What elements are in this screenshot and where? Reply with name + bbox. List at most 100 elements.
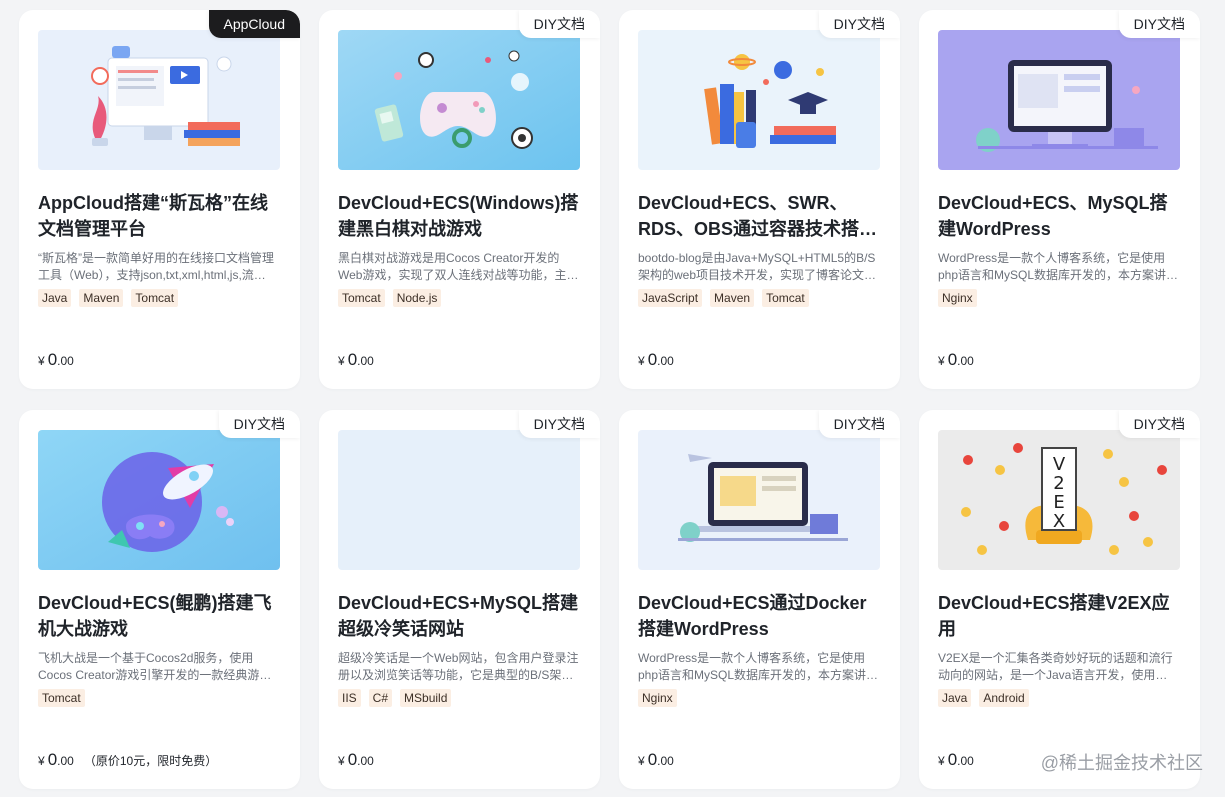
card-description: WordPress是一款个人博客系统，它是使用php语言和MySQL数据库开发的… <box>938 251 1179 282</box>
card-thumbnail-rocket-illustration <box>38 430 280 570</box>
card-description: 黑白棋对战游戏是用Cocos Creator开发的Web游戏，实现了双人连线对战… <box>338 251 579 282</box>
tag-nginx: Nginx <box>938 289 977 307</box>
card-price: ¥ 0 .00 <box>938 750 974 770</box>
price-currency: ¥ <box>38 354 45 368</box>
price-decimal: .00 <box>57 354 74 368</box>
price-decimal: .00 <box>357 354 374 368</box>
price-integer: 0 <box>647 750 658 769</box>
card-price: ¥ 0 .00 <box>638 350 674 370</box>
card-tags: Nginx <box>938 289 977 307</box>
watermark: @稀土掘金技术社区 <box>1040 753 1203 773</box>
card-title[interactable]: DevCloud+ECS(Windows)搭建黑白棋对战游戏 <box>338 190 582 242</box>
card-thumbnail-v2ex-illustration: V 2 E X <box>938 430 1180 570</box>
tag-maven: Maven <box>710 289 755 307</box>
price-currency: ¥ <box>338 354 345 368</box>
course-card-container-blog[interactable]: DIY文档 DevCloud+ECS、SWR、RDS、OBS通过容器技术搭… b… <box>619 10 900 389</box>
price-decimal: .00 <box>57 754 74 768</box>
card-badge: DIY文档 <box>218 410 300 438</box>
card-tags: Java Maven Tomcat <box>38 289 179 307</box>
tag-iis: IIS <box>338 689 361 707</box>
card-badge: DIY文档 <box>1118 410 1200 438</box>
tag-java: Java <box>38 289 72 307</box>
course-card-kunpeng-plane-game[interactable]: DIY文档 DevCloud+ECS(鲲鹏)搭建飞机大战游戏 飞机大战是一个基于… <box>19 410 300 789</box>
card-price: ¥ 0 .00 <box>338 750 374 770</box>
card-description: bootdo-blog是由Java+MySQL+HTML5的B/S架构的web项… <box>638 251 877 282</box>
card-title[interactable]: DevCloud+ECS通过Docker搭建WordPress <box>638 590 882 642</box>
tag-tomcat: Tomcat <box>762 289 809 307</box>
card-price: ¥ 0 .00 <box>638 750 674 770</box>
card-title[interactable]: DevCloud+ECS、SWR、RDS、OBS通过容器技术搭… <box>638 190 882 242</box>
price-integer: 0 <box>47 750 58 769</box>
card-badge: DIY文档 <box>1118 10 1200 38</box>
tag-tomcat: Tomcat <box>38 689 85 707</box>
price-integer: 0 <box>47 350 58 369</box>
card-title[interactable]: DevCloud+ECS、MySQL搭建WordPress <box>938 190 1182 242</box>
card-description: WordPress是一款个人博客系统，它是使用php语言和MySQL数据库开发的… <box>638 651 879 682</box>
card-tags: Java Android <box>938 689 1029 707</box>
price-currency: ¥ <box>938 354 945 368</box>
price-currency: ¥ <box>938 754 945 768</box>
tag-nginx: Nginx <box>638 689 677 707</box>
price-decimal: .00 <box>957 354 974 368</box>
tag-android: Android <box>979 689 1029 707</box>
card-description: 飞机大战是一个基于Cocos2d服务，使用Cocos Creator游戏引擎开发… <box>38 651 272 682</box>
card-thumbnail-monitor-illustration <box>938 30 1180 170</box>
card-tags: Tomcat Node.js <box>338 289 442 307</box>
price-integer: 0 <box>347 350 358 369</box>
card-price: ¥ 0 .00 （原价10元，限时免费） <box>38 750 217 770</box>
card-badge: DIY文档 <box>818 410 900 438</box>
price-currency: ¥ <box>338 754 345 768</box>
card-title[interactable]: DevCloud+ECS(鲲鹏)搭建飞机大战游戏 <box>38 590 282 642</box>
card-tags: JavaScript Maven Tomcat <box>638 289 809 307</box>
v2ex-letter-2: 2 <box>1053 473 1064 494</box>
course-card-joke-website[interactable]: DIY文档 DevCloud+ECS+MySQL搭建超级冷笑话网站 超级冷笑话是… <box>319 410 600 789</box>
price-decimal: .00 <box>657 754 674 768</box>
price-decimal: .00 <box>657 354 674 368</box>
course-card-grid: AppCloud AppCloud搭建“斯瓦格”在线文档管理平台 “斯瓦格”是一… <box>19 10 1200 789</box>
price-currency: ¥ <box>38 754 45 768</box>
course-card-v2ex-app[interactable]: DIY文档 V 2 E X DevCloud+ECS搭建V2EX应用 V2EX是… <box>919 410 1200 789</box>
card-badge: AppCloud <box>208 10 300 38</box>
card-badge: DIY文档 <box>518 10 600 38</box>
price-decimal: .00 <box>357 754 374 768</box>
course-card-appcloud-swagger[interactable]: AppCloud AppCloud搭建“斯瓦格”在线文档管理平台 “斯瓦格”是一… <box>19 10 300 389</box>
course-card-docker-wordpress[interactable]: DIY文档 DevCloud+ECS通过Docker搭建WordPress Wo… <box>619 410 900 789</box>
card-price: ¥ 0 .00 <box>938 350 974 370</box>
v2ex-letter-e: E <box>1053 492 1064 513</box>
card-tags: IIS C# MSbuild <box>338 689 452 707</box>
card-thumbnail-docs-illustration <box>38 30 280 170</box>
price-integer: 0 <box>347 750 358 769</box>
card-description: 超级冷笑话是一个Web网站，包含用户登录注册以及浏览笑话等功能，它是典型的B/S… <box>338 651 579 682</box>
card-title[interactable]: DevCloud+ECS+MySQL搭建超级冷笑话网站 <box>338 590 582 642</box>
tag-tomcat: Tomcat <box>338 289 385 307</box>
price-integer: 0 <box>647 350 658 369</box>
card-thumbnail-laptop-illustration <box>638 430 880 570</box>
card-tags: Nginx <box>638 689 677 707</box>
tag-csharp: C# <box>368 689 393 707</box>
price-currency: ¥ <box>638 754 645 768</box>
card-thumbnail-placeholder <box>338 430 580 570</box>
v2ex-letter-x: X <box>1053 511 1065 532</box>
card-badge: DIY文档 <box>518 410 600 438</box>
tag-java: Java <box>938 689 972 707</box>
price-decimal: .00 <box>957 754 974 768</box>
card-title[interactable]: DevCloud+ECS搭建V2EX应用 <box>938 590 1182 642</box>
card-tags: Tomcat <box>38 689 85 707</box>
card-title[interactable]: AppCloud搭建“斯瓦格”在线文档管理平台 <box>38 190 282 242</box>
card-price: ¥ 0 .00 <box>38 350 74 370</box>
card-price: ¥ 0 .00 <box>338 350 374 370</box>
v2ex-letter-v: V <box>1053 454 1066 475</box>
tag-maven: Maven <box>79 289 124 307</box>
tag-nodejs: Node.js <box>392 289 442 307</box>
price-integer: 0 <box>947 350 958 369</box>
card-thumbnail-gamepad-illustration <box>338 30 580 170</box>
tag-tomcat: Tomcat <box>131 289 179 307</box>
course-card-mysql-wordpress[interactable]: DIY文档 DevCloud+ECS、MySQL搭建WordPress Word… <box>919 10 1200 389</box>
course-card-othello-game[interactable]: DIY文档 DevCloud+ECS(Windows)搭建黑白棋对战游戏 黑白棋… <box>319 10 600 389</box>
price-currency: ¥ <box>638 354 645 368</box>
card-thumbnail-books-illustration <box>638 30 880 170</box>
card-badge: DIY文档 <box>818 10 900 38</box>
tag-msbuild: MSbuild <box>400 689 452 707</box>
tag-javascript: JavaScript <box>638 289 703 307</box>
card-description: V2EX是一个汇集各类奇妙好玩的话题和流行动向的网站，是一个Java语言开发，使… <box>938 651 1173 682</box>
